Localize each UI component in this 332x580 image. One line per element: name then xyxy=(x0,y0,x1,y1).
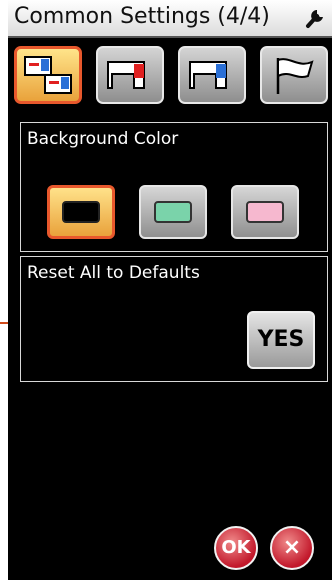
cancel-button[interactable]: × xyxy=(270,526,314,570)
tab-language-settings[interactable] xyxy=(260,46,328,104)
machine-red-icon xyxy=(107,61,145,89)
color-swatch-green xyxy=(154,201,192,223)
flag-icon xyxy=(276,58,314,94)
color-option-pink[interactable] xyxy=(231,185,299,239)
color-option-green[interactable] xyxy=(139,185,207,239)
page-title: Common Settings (4/4) xyxy=(14,4,270,29)
reset-label: Reset All to Defaults xyxy=(27,263,200,283)
reset-yes-button[interactable]: YES xyxy=(247,311,315,369)
machine-pair-icon xyxy=(24,56,72,94)
reset-panel: Reset All to Defaults YES xyxy=(20,256,328,382)
title-bar: Common Settings (4/4) xyxy=(8,0,332,38)
tab-embroidery-settings[interactable] xyxy=(178,46,246,104)
background-color-label: Background Color xyxy=(27,129,179,149)
ok-button[interactable]: OK xyxy=(214,526,258,570)
color-option-black[interactable] xyxy=(47,185,115,239)
device-screen: Common Settings (4/4) Background Color R… xyxy=(8,0,332,580)
color-swatch-pink xyxy=(246,201,284,223)
background-color-panel: Background Color xyxy=(20,122,328,252)
wrench-icon xyxy=(306,10,323,28)
tab-general-settings[interactable] xyxy=(14,46,82,104)
close-icon: × xyxy=(282,535,302,560)
settings-tabs xyxy=(14,46,328,106)
color-swatch-black xyxy=(62,201,100,223)
tab-sewing-settings[interactable] xyxy=(96,46,164,104)
machine-blue-icon xyxy=(189,61,227,89)
